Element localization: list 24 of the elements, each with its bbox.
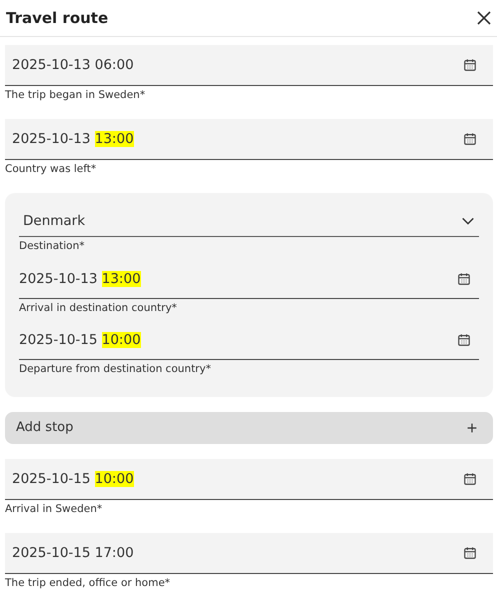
add-stop-button[interactable]: Add stop	[5, 412, 493, 444]
calendar-icon[interactable]	[463, 546, 477, 560]
calendar-icon[interactable]	[463, 472, 477, 486]
close-icon[interactable]	[476, 10, 492, 26]
field-label: Country was left*	[5, 163, 96, 176]
field-label: Departure from destination country*	[19, 362, 211, 376]
calendar-icon[interactable]	[463, 58, 477, 72]
date-time-field[interactable]: 2025-10-15 10:00	[19, 322, 479, 360]
field-label: Arrival in destination country*	[19, 302, 177, 315]
field-label: Arrival in Sweden*	[5, 502, 102, 516]
calendar-icon[interactable]	[463, 132, 477, 146]
field-label: The trip ended, office or home*	[5, 577, 170, 590]
date-time-field[interactable]: 2025-10-13 13:00	[5, 119, 493, 160]
calendar-icon[interactable]	[457, 333, 471, 348]
date-time-field[interactable]: 2025-10-15 10:00	[5, 458, 493, 500]
date-time-field[interactable]: 2025-10-13 06:00	[5, 45, 493, 86]
dialog-title: Travel route	[6, 9, 108, 27]
field-label: The trip began in Sweden*	[5, 89, 146, 102]
date-time-field[interactable]: 2025-10-15 17:00	[5, 533, 493, 574]
calendar-icon[interactable]	[457, 272, 471, 286]
date-time-field[interactable]: 2025-10-13 13:00	[19, 260, 479, 299]
plus-icon	[465, 420, 479, 435]
field-label: Destination*	[19, 240, 85, 254]
country-select[interactable]: Denmark	[19, 205, 479, 238]
